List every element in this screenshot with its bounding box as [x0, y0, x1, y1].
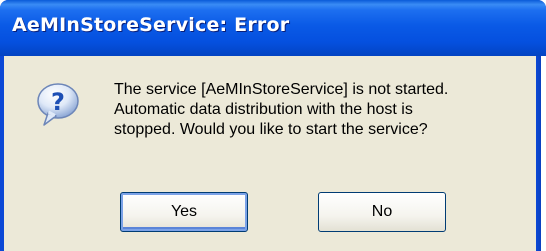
window-frame-right	[536, 56, 546, 251]
message-line: The service [AeMInStoreService] is not s…	[114, 81, 449, 98]
title-bar[interactable]: AeMInStoreService: Error	[0, 0, 546, 56]
dialog-body: ? The service [AeMInStoreService] is not…	[4, 56, 536, 251]
no-button[interactable]: No	[318, 192, 446, 232]
message-line: stopped. Would you like to start the ser…	[114, 121, 428, 138]
message-line: Automatic data distribution with the hos…	[114, 101, 413, 118]
question-icon: ?	[37, 83, 79, 126]
error-dialog-window: AeMInStoreService: Error ? The service […	[0, 0, 546, 251]
svg-text:?: ?	[51, 88, 65, 116]
yes-button[interactable]: Yes	[120, 192, 248, 232]
dialog-message: The service [AeMInStoreService] is not s…	[114, 80, 524, 140]
window-title: AeMInStoreService: Error	[12, 14, 290, 36]
